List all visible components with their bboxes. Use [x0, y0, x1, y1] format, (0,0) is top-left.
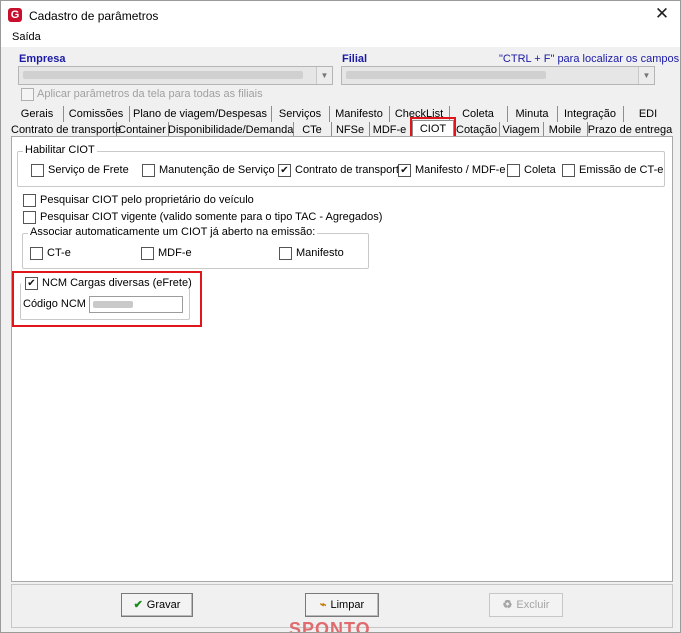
ciot-panel: Habilitar CIOT Serviço de Frete Manutenç… — [11, 136, 673, 582]
search-hint: "CTRL + F" para localizar os campos — [499, 53, 680, 65]
empresa-value-redacted — [23, 71, 303, 79]
associar-manifesto-label: Manifesto — [296, 247, 344, 259]
tab-minuta[interactable]: Minuta — [507, 106, 558, 122]
gravar-button[interactable]: ✔ Gravar — [121, 593, 193, 617]
chevron-down-icon[interactable]: ▼ — [638, 67, 654, 84]
associar-mdfe-checkbox[interactable] — [141, 247, 154, 260]
associar-manifesto-checkbox[interactable] — [279, 247, 292, 260]
menu-item-saida[interactable]: Saída — [12, 31, 41, 43]
emissao-cte-checkbox[interactable] — [562, 164, 575, 177]
apply-all-checkbox[interactable] — [21, 88, 34, 101]
limpar-label: Limpar — [330, 599, 365, 611]
tab-gerais[interactable]: Gerais — [11, 106, 64, 122]
manifesto-mdfe-checkbox[interactable]: ✔ — [398, 164, 411, 177]
associar-ciot-group: Associar automaticamente um CIOT já aber… — [22, 226, 369, 269]
ciot-tab-highlight — [410, 117, 456, 138]
coleta-checkbox[interactable] — [507, 164, 520, 177]
filial-value-redacted — [346, 71, 546, 79]
tab-row-1: Gerais Comissões Plano de viagem/Despesa… — [11, 106, 673, 122]
excluir-label: Excluir — [516, 599, 550, 611]
codigo-ncm-value-redacted — [93, 301, 133, 308]
tab-edi[interactable]: EDI — [623, 106, 673, 122]
ncm-group: ✔ NCM Cargas diversas (eFrete) Código NC… — [20, 277, 195, 320]
empresa-label: Empresa — [19, 53, 66, 65]
check-icon: ✔ — [133, 599, 143, 611]
codigo-ncm-label: Código NCM — [23, 298, 86, 310]
habilitar-ciot-title: Habilitar CIOT — [23, 144, 97, 156]
tab-coleta[interactable]: Coleta — [449, 106, 508, 122]
filial-label: Filial — [342, 53, 368, 65]
empresa-select[interactable]: ▼ — [18, 66, 333, 85]
associar-cte-label: CT-e — [47, 247, 71, 259]
watermark-logo: SPONTO — [289, 619, 371, 633]
habilitar-ciot-group: Habilitar CIOT Serviço de Frete Manutenç… — [17, 144, 665, 187]
filial-select[interactable]: ▼ — [341, 66, 655, 85]
ncm-cargas-checkbox[interactable]: ✔ — [25, 277, 38, 290]
limpar-button[interactable]: ⌁ Limpar — [305, 593, 379, 617]
servico-frete-label: Serviço de Frete — [48, 164, 129, 176]
window-title: Cadastro de parâmetros — [29, 9, 159, 23]
pesquisar-vigente-label: Pesquisar CIOT vigente (valido somente p… — [40, 211, 383, 223]
tab-manifesto[interactable]: Manifesto — [329, 106, 390, 122]
gravar-label: Gravar — [146, 599, 181, 611]
emissao-cte-label: Emissão de CT-e — [579, 164, 664, 176]
codigo-ncm-input[interactable] — [89, 296, 183, 313]
menu-bar: Saída — [1, 29, 680, 47]
servico-frete-checkbox[interactable] — [31, 164, 44, 177]
pesquisar-proprietario-label: Pesquisar CIOT pelo proprietário do veíc… — [40, 194, 254, 206]
contrato-transporte-checkbox[interactable]: ✔ — [278, 164, 291, 177]
tab-integracao[interactable]: Integração — [557, 106, 624, 122]
apply-all-label: Aplicar parâmetros da tela para todas as… — [37, 88, 263, 100]
window: G Cadastro de parâmetros ✕ Saída Empresa… — [0, 0, 681, 633]
associar-cte-checkbox[interactable] — [30, 247, 43, 260]
trash-icon: ♻ — [502, 599, 513, 611]
manifesto-mdfe-label: Manifesto / MDF-e — [415, 164, 506, 176]
title-bar: G Cadastro de parâmetros ✕ — [1, 1, 680, 29]
chevron-down-icon[interactable]: ▼ — [316, 67, 332, 84]
contrato-transporte-label: Contrato de transporte — [295, 164, 406, 176]
associar-ciot-title: Associar automaticamente um CIOT já aber… — [28, 226, 318, 238]
manutencao-servico-label: Manutenção de Serviço — [159, 164, 275, 176]
pesquisar-vigente-checkbox[interactable] — [23, 211, 36, 224]
pesquisar-proprietario-checkbox[interactable] — [23, 194, 36, 207]
coleta-label: Coleta — [524, 164, 556, 176]
tab-plano-viagem[interactable]: Plano de viagem/Despesas — [129, 106, 272, 122]
tab-servicos[interactable]: Serviços — [271, 106, 330, 122]
excluir-button[interactable]: ♻ Excluir — [489, 593, 563, 617]
app-logo-icon: G — [8, 8, 22, 22]
associar-mdfe-label: MDF-e — [158, 247, 192, 259]
manutencao-servico-checkbox[interactable] — [142, 164, 155, 177]
close-button[interactable]: ✕ — [650, 5, 674, 25]
tab-comissoes[interactable]: Comissões — [63, 106, 130, 122]
ncm-cargas-label: NCM Cargas diversas (eFrete) — [42, 277, 195, 289]
broom-icon: ⌁ — [319, 599, 327, 611]
